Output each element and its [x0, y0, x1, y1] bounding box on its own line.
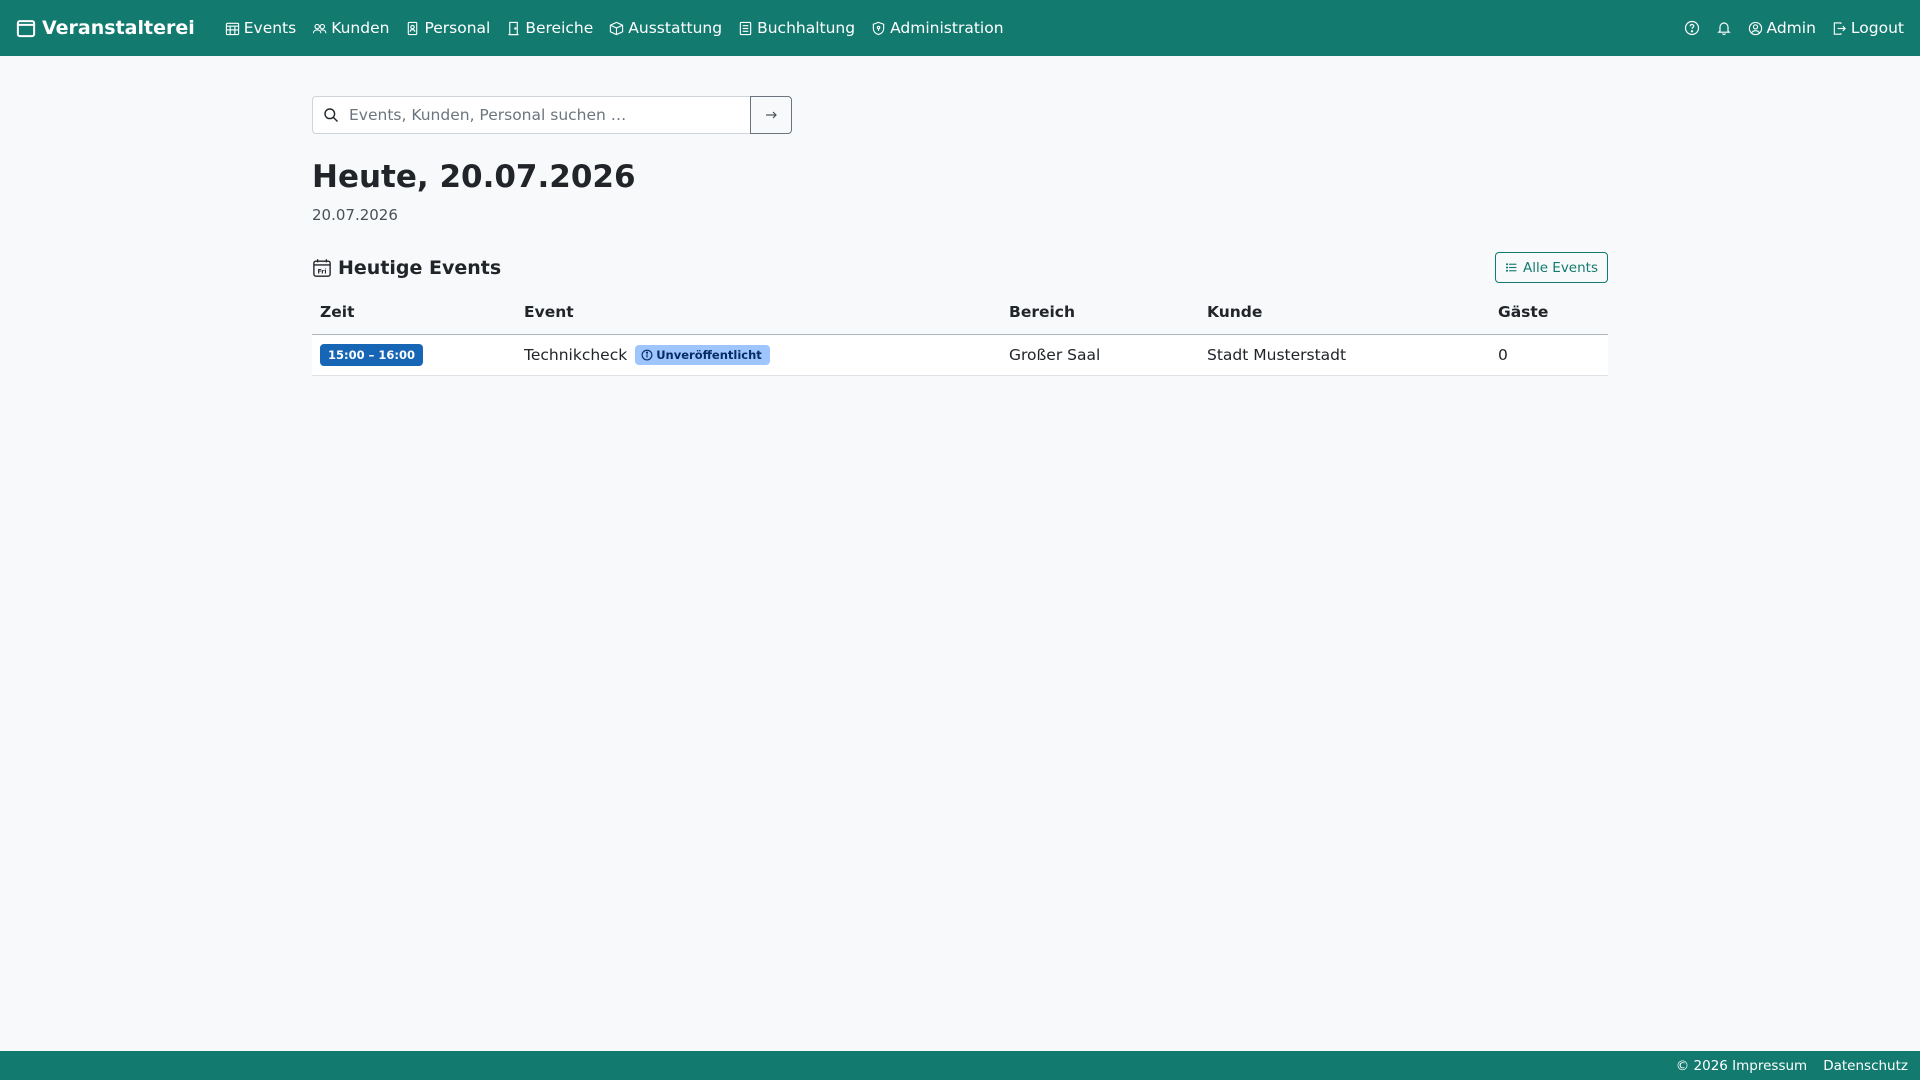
user-circle-icon [1748, 21, 1762, 35]
user-label: Admin [1766, 19, 1816, 37]
nav-item-buchhaltung[interactable]: Buchhaltung [738, 19, 855, 37]
top-navbar: Veranstalterei Events Kunden Personal Be… [0, 0, 1920, 56]
arrow-right-icon [766, 111, 777, 119]
nav-right: Admin Logout [1684, 19, 1904, 37]
logout-icon [1833, 21, 1846, 35]
time-badge: 15:00 – 16:00 [320, 344, 423, 367]
help-button[interactable] [1684, 20, 1700, 36]
nav-label: Bereiche [525, 19, 594, 37]
cell-guests: 0 [1490, 334, 1608, 377]
cell-event: Technikcheck Unveröffentlicht [516, 334, 1001, 377]
question-circle-icon [1684, 20, 1699, 36]
people-icon [313, 23, 327, 33]
nav-item-kunden[interactable]: Kunden [312, 19, 389, 37]
search-icon [324, 108, 338, 122]
nav-item-ausstattung[interactable]: Ausstattung [609, 19, 722, 37]
cell-area: Großer Saal [1001, 334, 1199, 377]
column-header-zeit: Zeit [312, 300, 516, 336]
nav-label: Events [243, 19, 297, 37]
status-label: Unveröffentlicht [656, 348, 762, 363]
door-icon [508, 21, 520, 35]
search-form [312, 96, 792, 134]
cell-customer: Stadt Musterstadt [1199, 334, 1490, 377]
nav-item-administration[interactable]: Administration [871, 19, 1004, 37]
page-title: Heute, 20.07.2026 [312, 159, 636, 195]
column-header-event: Event [516, 300, 1001, 336]
calendar-day-icon: Fri [313, 258, 331, 277]
table-header-row: Zeit Event Bereich Kunde Gäste [312, 300, 1608, 336]
svg-text:Fri: Fri [317, 268, 326, 275]
impressum-link[interactable]: © 2026 Impressum [1676, 1058, 1807, 1074]
logout-label: Logout [1850, 19, 1904, 37]
privacy-link[interactable]: Datenschutz [1823, 1058, 1908, 1074]
nav-item-bereiche[interactable]: Bereiche [506, 19, 593, 37]
user-menu[interactable]: Admin [1748, 19, 1816, 37]
search-field-wrap [312, 96, 750, 134]
section-title: Fri Heutige Events [312, 257, 501, 279]
logout-link[interactable]: Logout [1832, 19, 1904, 37]
event-name-link[interactable]: Technikcheck [524, 346, 627, 364]
events-table: Zeit Event Bereich Kunde Gäste 15:00 – 1… [312, 300, 1608, 377]
notifications-button[interactable] [1716, 20, 1732, 36]
nav-item-personal[interactable]: Personal [405, 19, 490, 37]
main-content: Heute, 20.07.2026 20.07.2026 Fri Heutige… [312, 96, 1608, 377]
nav-label: Kunden [331, 19, 390, 37]
calendar-icon [16, 20, 36, 38]
brand-link[interactable]: Veranstalterei [16, 17, 195, 39]
brand-name: Veranstalterei [42, 17, 195, 39]
nav-label: Personal [424, 19, 491, 37]
shield-icon [872, 21, 885, 35]
bell-icon [1716, 22, 1731, 36]
list-icon [1505, 263, 1517, 272]
section-header: Fri Heutige Events Alle Events [312, 252, 1608, 284]
section-title-label: Heutige Events [338, 256, 502, 279]
page-subtitle: 20.07.2026 [312, 205, 398, 224]
info-circle-icon [641, 349, 653, 361]
column-header-kunde: Kunde [1199, 300, 1490, 336]
column-header-gaeste: Gäste [1490, 300, 1608, 336]
calendar-grid-icon [225, 22, 239, 35]
main-nav: Events Kunden Personal Bereiche Ausstatt… [225, 19, 1004, 37]
ledger-icon [739, 21, 752, 35]
all-events-label: Alle Events [1522, 259, 1598, 276]
box-icon [610, 21, 624, 35]
nav-label: Buchhaltung [757, 19, 856, 37]
search-input[interactable] [349, 106, 740, 124]
table-row[interactable]: 15:00 – 16:00 Technikcheck Unveröffentli… [312, 334, 1608, 377]
cell-time: 15:00 – 16:00 [312, 334, 516, 377]
column-header-bereich: Bereich [1001, 300, 1199, 336]
status-badge: Unveröffentlicht [635, 345, 770, 366]
nav-label: Administration [890, 19, 1004, 37]
all-events-button[interactable]: Alle Events [1494, 252, 1608, 284]
nav-item-events[interactable]: Events [225, 19, 296, 37]
id-badge-icon [408, 21, 418, 35]
footer: © 2026 Impressum Datenschutz [0, 1051, 1920, 1080]
nav-label: Ausstattung [628, 19, 723, 37]
search-submit-button[interactable] [750, 96, 792, 134]
